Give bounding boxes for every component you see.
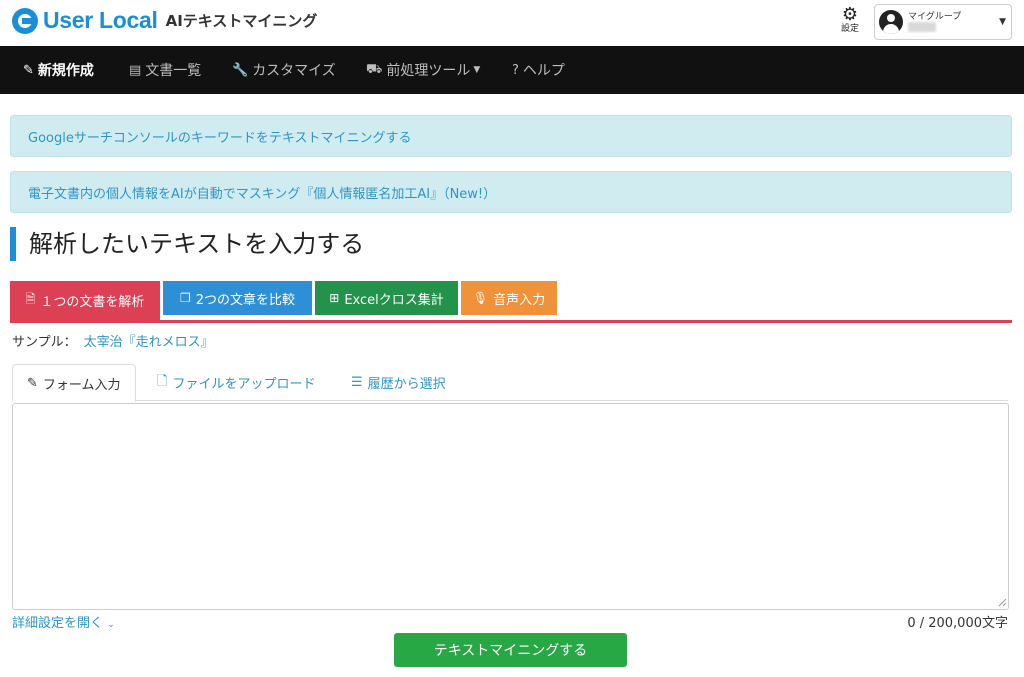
nav-item-label: ヘルプ	[522, 63, 565, 79]
tab-label: 2つの文章を比較	[195, 292, 296, 308]
file-icon: 🗎	[25, 292, 36, 306]
advanced-settings-toggle[interactable]: 詳細設定を開く ⌄	[12, 612, 115, 631]
top-header: User Local AIテキストマイニング ⚙ 設定 マイグループ ▼	[0, 0, 1024, 46]
text-input-area[interactable]	[12, 403, 1009, 610]
nav-item-preprocess[interactable]: ⛟ 前処理ツール ▼	[366, 46, 480, 94]
tab-history[interactable]: ☰ 履歴から選択	[351, 364, 446, 401]
user-group-label: マイグループ	[908, 12, 962, 22]
logo[interactable]: User Local AIテキストマイニング	[12, 7, 317, 34]
tab-label: １つの文書を解析	[40, 295, 145, 310]
character-counter: 0 / 200,000文字	[907, 616, 1008, 631]
nav-item-label: カスタマイズ	[252, 63, 336, 79]
nav-item-label: 文書一覧	[145, 63, 202, 79]
user-local-logo-icon	[12, 7, 38, 34]
product-name: AIテキストマイニング	[165, 12, 318, 30]
tab-analyze-single[interactable]: 🗎 １つの文書を解析	[10, 281, 160, 320]
alert-link[interactable]: Googleサーチコンソールのキーワードをテキストマイニングする	[28, 127, 411, 146]
brand-name: User Local	[43, 7, 158, 33]
submit-button[interactable]: テキストマイニングする	[394, 633, 627, 667]
copy-icon: ❐	[179, 291, 191, 305]
tab-excel-cross[interactable]: ⊞ Excelクロス集計	[315, 281, 458, 315]
advanced-label: 詳細設定を開く	[12, 616, 104, 631]
main-navbar: ✎ 新規作成 ▤ 文書一覧 🔧 カスタマイズ ⛟ 前処理ツール ▼ ? ヘルプ	[0, 46, 1024, 94]
document-icon: ▤	[129, 62, 142, 78]
table-icon: ⊞	[329, 291, 340, 305]
help-circle-icon: ?	[512, 62, 519, 78]
tab-underline	[10, 320, 1012, 323]
chevron-down-icon: ⌄	[107, 620, 115, 630]
nav-item-help[interactable]: ? ヘルプ	[512, 46, 565, 94]
user-name-blurred	[908, 22, 936, 32]
tab-form-input[interactable]: ✎ フォーム入力	[12, 364, 136, 402]
nav-item-label: 前処理ツール	[386, 63, 471, 79]
avatar-icon	[879, 10, 903, 34]
alert-anonymize-ai[interactable]: 電子文書内の個人情報をAIが自動でマスキング『個人情報匿名加工AI』（New!）	[10, 171, 1012, 213]
settings-label: 設定	[840, 24, 859, 34]
page-title: 解析したいテキストを入力する	[10, 227, 364, 261]
tab-voice-input[interactable]: 🎙 音声入力	[461, 281, 557, 315]
nav-item-customize[interactable]: 🔧 カスタマイズ	[232, 46, 336, 94]
tab-label: Excelクロス集計	[344, 292, 444, 308]
tab-label: 音声入力	[493, 292, 546, 308]
file-outline-icon: 🗋	[157, 373, 168, 389]
settings-button[interactable]: ⚙ 設定	[838, 4, 862, 35]
user-menu-dropdown[interactable]: マイグループ ▼	[874, 4, 1012, 40]
edit-icon: ✎	[27, 375, 38, 391]
list-icon: ☰	[351, 375, 363, 390]
microphone-icon: 🎙	[472, 291, 489, 305]
nav-item-new[interactable]: ✎ 新規作成	[23, 46, 94, 94]
toolbox-icon: ⛟	[366, 61, 383, 77]
resize-grip-icon[interactable]	[997, 597, 1007, 607]
pencil-icon: ✎	[23, 62, 34, 78]
alert-search-console[interactable]: Googleサーチコンソールのキーワードをテキストマイニングする	[10, 115, 1012, 157]
tab-label: ファイルをアップロード	[172, 377, 316, 392]
tab-label: 履歴から選択	[367, 377, 446, 392]
gear-icon: ⚙	[841, 4, 859, 25]
tab-file-upload[interactable]: 🗋 ファイルをアップロード	[157, 364, 315, 401]
tab-label: フォーム入力	[42, 377, 121, 393]
input-tabs: ✎ フォーム入力 🗋 ファイルをアップロード ☰ 履歴から選択	[12, 364, 1008, 402]
caret-down-icon: ▼	[999, 17, 1006, 27]
alert-link[interactable]: 電子文書内の個人情報をAIが自動でマスキング『個人情報匿名加工AI』（New!）	[28, 183, 496, 202]
wrench-icon: 🔧	[232, 62, 249, 78]
sample-row: サンプル： 太宰治『走れメロス』	[12, 331, 214, 350]
tab-compare-two[interactable]: ❐ 2つの文章を比較	[163, 281, 312, 315]
sample-link[interactable]: 太宰治『走れメロス』	[84, 335, 214, 350]
nav-item-documents[interactable]: ▤ 文書一覧	[129, 46, 201, 94]
sample-label: サンプル：	[12, 335, 77, 350]
nav-item-label: 新規作成	[37, 63, 94, 79]
caret-down-icon: ▼	[473, 65, 481, 75]
